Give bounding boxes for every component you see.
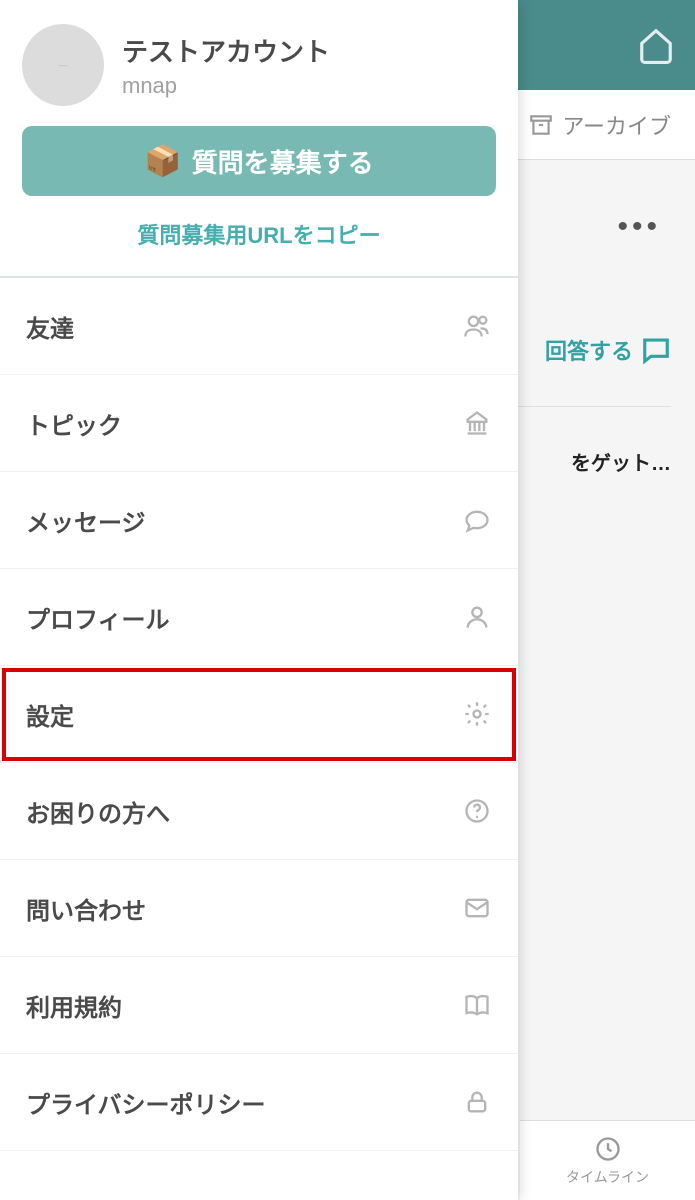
menu-item-label: プライバシーポリシー <box>26 1085 266 1120</box>
copy-url-link[interactable]: 質問募集用URLをコピー <box>0 196 518 278</box>
menu-item-7[interactable]: 利用規約 <box>0 957 518 1054</box>
menu-item-label: 友達 <box>26 309 74 344</box>
topic-icon <box>462 408 492 438</box>
profile-section[interactable]: — テストアカウント mnap <box>0 0 518 122</box>
mail-icon <box>462 893 492 923</box>
menu-item-1[interactable]: トピック <box>0 375 518 472</box>
recruit-label: 質問を募集する <box>192 143 374 180</box>
archive-icon <box>528 112 554 138</box>
menu-item-label: プロフィール <box>26 600 170 635</box>
menu-item-label: トピック <box>26 406 122 441</box>
menu-list: 友達トピックメッセージプロフィール設定お困りの方へ問い合わせ利用規約プライバシー… <box>0 278 518 1200</box>
menu-item-label: お困りの方へ <box>26 794 170 829</box>
profile-handle: mnap <box>122 73 330 99</box>
box-icon: 📦 <box>144 144 181 179</box>
menu-item-label: 問い合わせ <box>26 891 146 926</box>
menu-item-label: 利用規約 <box>26 988 122 1023</box>
side-drawer: — テストアカウント mnap 📦 質問を募集する 質問募集用URLをコピー 友… <box>0 0 518 1200</box>
menu-item-6[interactable]: 問い合わせ <box>0 860 518 957</box>
message-icon <box>462 505 492 535</box>
menu-item-4[interactable]: 設定 <box>0 666 518 763</box>
profile-icon <box>462 602 492 632</box>
menu-item-label: 設定 <box>26 697 74 732</box>
gear-icon <box>462 699 492 729</box>
menu-item-8[interactable]: プライバシーポリシー <box>0 1054 518 1151</box>
recruit-questions-button[interactable]: 📦 質問を募集する <box>22 126 496 196</box>
profile-name: テストアカウント <box>122 32 330 69</box>
menu-item-0[interactable]: 友達 <box>0 278 518 375</box>
menu-item-2[interactable]: メッセージ <box>0 472 518 569</box>
lock-icon <box>462 1087 492 1117</box>
menu-item-3[interactable]: プロフィール <box>0 569 518 666</box>
profile-text: テストアカウント mnap <box>122 32 330 99</box>
answer-label: 回答する <box>545 334 633 366</box>
help-icon <box>462 796 492 826</box>
friends-icon <box>462 311 492 341</box>
bottom-tab-label: タイムライン <box>566 1167 649 1187</box>
home-icon[interactable] <box>637 26 675 64</box>
clock-icon <box>594 1135 622 1163</box>
menu-item-label: メッセージ <box>26 503 146 538</box>
chat-icon <box>641 335 671 365</box>
archive-label: アーカイブ <box>562 109 671 141</box>
book-icon <box>462 990 492 1020</box>
bottom-tab-timeline[interactable]: タイムライン <box>520 1120 695 1200</box>
menu-item-5[interactable]: お困りの方へ <box>0 763 518 860</box>
avatar: — <box>22 24 104 106</box>
